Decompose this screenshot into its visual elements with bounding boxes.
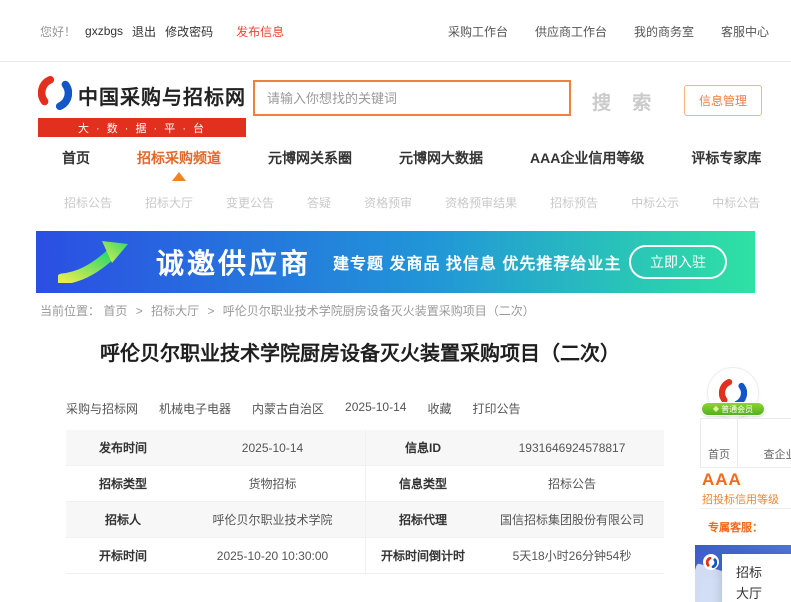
favorite-button[interactable]: 收藏 [427, 400, 451, 417]
greeting-text: 您好！ [40, 23, 76, 40]
site-tagline: 大 · 数 · 据 · 平 · 台 [38, 118, 246, 137]
article-meta-row: 采购与招标网 机械电子电器 内蒙古自治区 2025-10-14 收藏 打印公告 [66, 400, 520, 417]
user-session-area: 您好！ gxzbgs 退出 修改密码 发布信息 [40, 0, 284, 62]
nav-item-relation-circle[interactable]: 元博网关系圈 [268, 148, 352, 168]
main-nav: 首页 招标采购频道 元博网关系圈 元博网大数据 AAA企业信用等级 评标专家库 [62, 148, 761, 168]
site-logo[interactable]: 中国采购与招标网 大 · 数 · 据 · 平 · 台 [38, 76, 246, 137]
promo-logo-icon [703, 554, 719, 570]
tag-industry: 机械电子电器 [159, 400, 231, 417]
countdown-value: 5天18小时26分钟54秒 [480, 538, 664, 574]
nav-item-bidding-channel[interactable]: 招标采购频道 [137, 148, 221, 168]
info-label: 招标人 [66, 502, 180, 538]
banner-subline: 建专题 发商品 找信息 优先推荐给业主 [333, 250, 621, 274]
info-value: 招标公告 [480, 466, 664, 502]
tag-region: 内蒙古自治区 [252, 400, 324, 417]
info-label: 招标代理 [365, 502, 480, 538]
top-bar: 您好！ gxzbgs 退出 修改密码 发布信息 采购工作台 供应商工作台 我的商… [0, 0, 791, 62]
member-level-badge: ◆ 普通会员 [701, 402, 765, 416]
search-button[interactable]: 搜 索 [592, 88, 659, 115]
active-nav-caret-icon [172, 172, 186, 181]
supplier-banner[interactable]: 诚邀供应商 建专题 发商品 找信息 优先推荐给业主 立即入驻 [36, 231, 755, 293]
info-value: 1931646924578817 [480, 430, 664, 466]
growth-arrow-icon [58, 237, 130, 288]
info-value: 2025-10-14 [180, 430, 365, 466]
info-label: 开标时间 [66, 538, 180, 574]
member-badge-label: 普通会员 [721, 404, 753, 415]
aaa-credit-title[interactable]: AAA [702, 470, 742, 490]
breadcrumb-prefix: 当前位置： [40, 304, 100, 318]
float-nav-bid[interactable]: 招标 [736, 562, 791, 583]
mini-tab-home[interactable]: 首页 [701, 419, 738, 467]
info-label: 发布时间 [66, 430, 180, 466]
username[interactable]: gxzbgs [85, 24, 123, 38]
info-label: 招标类型 [66, 466, 180, 502]
print-button[interactable]: 打印公告 [472, 400, 520, 417]
publish-info-link[interactable]: 发布信息 [236, 23, 284, 40]
subnav-bid-announcement[interactable]: 招标公告 [64, 194, 112, 211]
logout-link[interactable]: 退出 [132, 23, 156, 40]
breadcrumb-separator: > [136, 304, 143, 318]
top-links: 采购工作台 供应商工作台 我的商务室 客服中心 网站导航 关注 [448, 0, 791, 62]
subnav-prequalification[interactable]: 资格预审 [364, 194, 412, 211]
info-value: 货物招标 [180, 466, 365, 502]
nav-item-home[interactable]: 首页 [62, 148, 90, 168]
aaa-credit-subtitle[interactable]: 招投标信用等级 [702, 491, 779, 507]
info-label: 信息ID [365, 430, 480, 466]
site-name: 中国采购与招标网 [78, 81, 246, 110]
search-input[interactable] [253, 80, 571, 116]
join-now-button[interactable]: 立即入驻 [629, 245, 727, 279]
diamond-icon: ◆ [713, 405, 719, 413]
breadcrumb-separator: > [207, 304, 214, 318]
top-link-service-center[interactable]: 客服中心 [721, 23, 769, 40]
page-title: 呼伦贝尔职业技术学院厨房设备灭火装置采购项目（二次） [40, 337, 680, 366]
float-nav-hall[interactable]: 大厅 [736, 583, 791, 602]
breadcrumb-home[interactable]: 首页 [103, 304, 127, 318]
breadcrumb: 当前位置： 首页 > 招标大厅 > 呼伦贝尔职业技术学院厨房设备灭火装置采购项目… [40, 302, 535, 319]
info-manage-button[interactable]: 信息管理 [684, 85, 762, 116]
info-label: 信息类型 [365, 466, 480, 502]
change-password-link[interactable]: 修改密码 [165, 23, 213, 40]
subnav-winner-publicity[interactable]: 中标公示 [631, 194, 679, 211]
info-table: 发布时间 2025-10-14 信息ID 1931646924578817 招标… [66, 430, 664, 574]
breadcrumb-bid-hall[interactable]: 招标大厅 [151, 304, 199, 318]
tag-source: 采购与招标网 [66, 400, 138, 417]
top-link-business-room[interactable]: 我的商务室 [634, 23, 694, 40]
nav-item-expert-pool[interactable]: 评标专家库 [691, 148, 761, 168]
breadcrumb-current: 呼伦贝尔职业技术学院厨房设备灭火装置采购项目（二次） [223, 304, 535, 318]
banner-headline: 诚邀供应商 [156, 242, 311, 282]
info-value: 呼伦贝尔职业技术学院 [180, 502, 365, 538]
nav-item-label: 招标采购频道 [137, 150, 221, 166]
subnav-bid-hall[interactable]: 招标大厅 [145, 194, 193, 211]
mini-tab-company-lookup[interactable]: 查企业 [738, 419, 791, 467]
subnav-change-announcement[interactable]: 变更公告 [226, 194, 274, 211]
page: 您好！ gxzbgs 退出 修改密码 发布信息 采购工作台 供应商工作台 我的商… [0, 0, 791, 602]
info-value: 国信招标集团股份有限公司 [480, 502, 664, 538]
tag-date: 2025-10-14 [345, 400, 406, 417]
top-link-procurement-workbench[interactable]: 采购工作台 [448, 23, 508, 40]
sidebar-divider [700, 508, 791, 509]
top-link-supplier-workbench[interactable]: 供应商工作台 [535, 23, 607, 40]
subnav-prequalification-result[interactable]: 资格预审结果 [445, 194, 517, 211]
nav-item-aaa-credit[interactable]: AAA企业信用等级 [530, 148, 644, 168]
info-label: 开标时间倒计时 [365, 538, 480, 574]
logo-swirl-icon [38, 76, 72, 115]
subnav-winner-announcement[interactable]: 中标公告 [712, 194, 760, 211]
sub-nav: 招标公告 招标大厅 变更公告 答疑 资格预审 资格预审结果 招标预告 中标公示 … [64, 194, 760, 211]
dedicated-service-label: 专属客服： [708, 519, 763, 535]
subnav-qa[interactable]: 答疑 [307, 194, 331, 211]
floating-side-nav: 招标 大厅 [722, 554, 791, 602]
info-value: 2025-10-20 10:30:00 [180, 538, 365, 574]
subnav-bid-forecast[interactable]: 招标预告 [550, 194, 598, 211]
member-mini-tabs: 首页 查企业 [700, 418, 791, 468]
nav-item-big-data[interactable]: 元博网大数据 [399, 148, 483, 168]
